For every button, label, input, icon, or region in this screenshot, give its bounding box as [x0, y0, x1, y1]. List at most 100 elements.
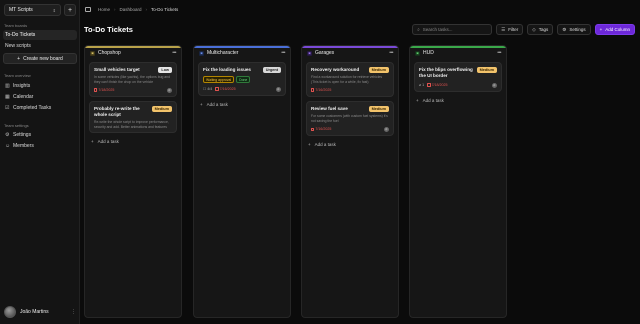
due-date: 7/18/2025	[427, 83, 448, 87]
card-title: Review fuel save	[311, 106, 348, 112]
sidebar-item-members[interactable]: ☺ Members	[3, 141, 77, 151]
due-date-text: 7/18/2025	[98, 88, 115, 93]
task-card[interactable]: Review fuel save Medium For some custome…	[306, 101, 394, 137]
section-label: Team overview	[4, 73, 31, 78]
add-workspace-button[interactable]: +	[64, 4, 76, 16]
add-task-button[interactable]: + Add a task	[308, 142, 394, 147]
avatar	[4, 306, 16, 318]
user-menu[interactable]: João Martins ⋮	[4, 305, 76, 319]
kebab-icon[interactable]: •••	[281, 50, 285, 56]
chevron-updown-icon: ⇕	[52, 7, 56, 13]
sidebar-item-settings[interactable]: ⚙ Settings	[3, 130, 77, 140]
add-task-button[interactable]: + Add a task	[200, 102, 286, 107]
add-column-label: Add Column	[605, 27, 630, 32]
column-title: Chopshop	[98, 50, 121, 56]
section-label: Team settings	[4, 123, 29, 128]
board-column: ▣ Garages ••• Recovery workaround Medium…	[301, 45, 399, 318]
column-title: Garages	[315, 50, 335, 56]
card-description: For some customers (with custom fuel sys…	[311, 114, 388, 123]
task-card[interactable]: Small vehicles target Low In some vehicl…	[89, 62, 177, 98]
due-date: 7/16/2025	[311, 127, 331, 131]
card-description: Re-write the whole script to improve per…	[94, 120, 169, 129]
plus-icon: +	[17, 55, 21, 62]
filter-icon: ☰	[501, 26, 506, 32]
column-header[interactable]: ▣ Garages •••	[302, 46, 398, 58]
subtask-count: ☐ 4/4	[203, 87, 212, 91]
tag-badge: Waiting approval	[203, 76, 235, 83]
subtask-count-text: 4/4	[207, 87, 213, 91]
column-title: Multicharacter	[207, 50, 239, 56]
breadcrumb-dashboard[interactable]: Dashboard	[120, 7, 142, 12]
sidebar-item-label: Insights	[13, 83, 31, 89]
avatar	[276, 86, 281, 92]
tags-label: Tags	[538, 27, 549, 32]
search-input[interactable]: ⌕ Search tasks...	[412, 24, 493, 35]
chevron-right-icon: ›	[114, 6, 116, 12]
card-description: Find a workaround solution for retrieve …	[311, 75, 383, 84]
add-task-label: Add a task	[206, 102, 228, 107]
plus-icon: +	[599, 27, 603, 32]
task-card[interactable]: Fix the blips overflowing the UI border …	[414, 62, 502, 92]
sidebar-item-label: Settings	[13, 132, 32, 138]
sidebar-toggle-icon[interactable]	[85, 6, 91, 12]
plus-icon: +	[91, 139, 94, 145]
sidebar: MT Scripts ⇕ + Team boards To-Do Tickets…	[0, 0, 80, 324]
add-task-button[interactable]: + Add a task	[416, 98, 502, 103]
add-task-label: Add a task	[314, 142, 336, 148]
kebab-icon[interactable]: •••	[497, 50, 501, 56]
create-board-label: Create new board	[23, 55, 63, 62]
priority-badge: Medium	[368, 67, 389, 73]
sidebar-item-label: Completed Tasks	[13, 105, 52, 111]
calendar-icon	[311, 127, 315, 132]
add-task-label: Add a task	[422, 98, 444, 103]
task-card[interactable]: Probably re-write the whole script Mediu…	[89, 101, 177, 134]
create-board-button[interactable]: + Create new board	[3, 53, 77, 64]
column-title: HUD	[423, 50, 434, 56]
column-header[interactable]: ▣ Chopshop •••	[85, 46, 181, 58]
sidebar-item-label: To-Do Tickets	[5, 32, 36, 38]
tags-button[interactable]: ◇ Tags	[527, 24, 554, 35]
kebab-icon[interactable]: •••	[389, 50, 393, 56]
settings-button[interactable]: ⚙ Settings	[557, 24, 591, 35]
due-date-text: 7/16/2025	[219, 87, 236, 91]
due-date-text: 7/18/2025	[431, 83, 448, 87]
sidebar-item-label: New scripts	[5, 43, 31, 49]
toolbar: ⌕ Search tasks... ☰ Filter ◇ Tags ⚙ Sett…	[412, 24, 635, 35]
priority-badge: Medium	[151, 106, 172, 113]
add-task-label: Add a task	[97, 139, 119, 145]
calendar-icon: ▦	[5, 94, 10, 100]
kebab-icon[interactable]: •••	[172, 50, 176, 56]
add-task-button[interactable]: + Add a task	[91, 139, 177, 144]
sidebar-item-label: Members	[13, 143, 34, 149]
workspace-select[interactable]: MT Scripts ⇕	[4, 4, 61, 16]
users-icon: ☺	[5, 143, 11, 149]
column-color-icon: ▣	[415, 50, 420, 56]
kebab-icon[interactable]: ⋮	[71, 309, 76, 315]
page-title: To-Do Tickets	[84, 25, 133, 34]
sidebar-item-completed[interactable]: ☑ Completed Tasks	[3, 103, 77, 113]
user-name: João Martins	[20, 309, 49, 315]
sidebar-item-calendar[interactable]: ▦ Calendar	[3, 92, 77, 102]
priority-badge: Urgent	[262, 67, 281, 73]
task-card[interactable]: Fix the loading issues Urgent Waiting ap…	[198, 62, 286, 96]
sidebar-item-insights[interactable]: ▥ Insights	[3, 81, 77, 91]
plus-icon: +	[200, 102, 203, 107]
breadcrumb-current: To-Do Tickets	[151, 6, 179, 12]
add-column-button[interactable]: + Add Column	[594, 24, 635, 35]
card-title: Recovery workaround	[311, 67, 360, 72]
workspace-name: MT Scripts	[9, 7, 33, 13]
calendar-icon	[427, 83, 431, 87]
column-color-icon: ▣	[199, 50, 204, 56]
section-label: Team boards	[4, 23, 28, 28]
calendar-icon	[94, 88, 98, 92]
column-header[interactable]: ▣ HUD •••	[410, 46, 506, 58]
board-column: ▣ Chopshop ••• Small vehicles target Low…	[84, 45, 182, 318]
sidebar-item-new-scripts[interactable]: New scripts	[3, 41, 77, 51]
attachment-count-text: 1	[422, 83, 425, 87]
sidebar-item-todo-tickets[interactable]: To-Do Tickets	[3, 30, 77, 40]
breadcrumb-home[interactable]: Home	[98, 7, 110, 12]
card-title: Fix the blips overflowing the UI border	[419, 67, 473, 78]
column-header[interactable]: ▣ Multicharacter •••	[194, 46, 290, 58]
task-card[interactable]: Recovery workaround Medium Find a workar…	[306, 62, 394, 98]
filter-button[interactable]: ☰ Filter	[496, 24, 524, 35]
